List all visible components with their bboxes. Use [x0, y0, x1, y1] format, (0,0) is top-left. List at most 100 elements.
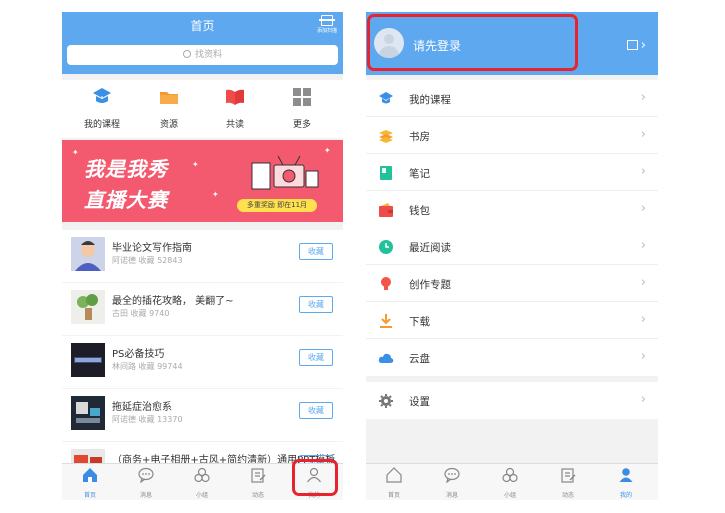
courses-icon [379, 92, 393, 104]
collect-button[interactable]: 收藏 [299, 296, 333, 313]
tab-home[interactable]: 首页 [374, 467, 414, 499]
gear-icon [379, 394, 393, 408]
menu-label: 书房 [409, 131, 430, 143]
chevron-right-icon: › [640, 349, 646, 364]
tab-messages[interactable]: 消息 [432, 467, 472, 499]
menu-group-2: 最近阅读 › 创作专题 › 下载 › 云盘 › [366, 228, 658, 376]
chevron-right-icon: › [640, 392, 646, 407]
menu-item-notes[interactable]: 笔记 › [366, 154, 658, 191]
quick-link-label: 更多 [292, 120, 311, 130]
menu-item-cloud-drive[interactable]: 云盘 › [366, 339, 658, 376]
chat-bubble-icon [138, 467, 154, 484]
list-item[interactable]: 拖延症治愈系 阿诺德 收藏 13370 收藏 [62, 389, 343, 441]
thumbnail-image [71, 343, 105, 377]
tab-label: 消息 [139, 492, 152, 499]
chevron-right-icon: › [640, 127, 646, 142]
chevron-right-icon: › [640, 90, 646, 105]
item-meta: 阿诺德 收藏 52843 [112, 256, 183, 265]
person-icon [619, 468, 633, 482]
home-icon [386, 467, 402, 483]
item-title: 最全的插花攻略， 美翻了~ [112, 296, 234, 307]
item-title: 拖延症治愈系 [112, 402, 172, 413]
menu-label: 最近阅读 [409, 242, 451, 254]
chat-bubble-icon [444, 467, 460, 484]
quick-link-label: 我的课程 [83, 120, 120, 130]
quick-link-reading[interactable]: 共读 [205, 86, 265, 130]
quick-link-resources[interactable]: 资源 [139, 86, 199, 130]
tab-activity[interactable]: 动态 [238, 467, 278, 499]
sparkle-icon: ✦ [324, 146, 331, 155]
menu-label: 我的课程 [409, 94, 451, 106]
banner-line2: 直播大赛 [84, 188, 168, 212]
menu-item-settings[interactable]: 设置 › [366, 382, 658, 419]
qr-code-icon [626, 40, 638, 50]
group-icon [194, 467, 210, 483]
quick-link-label: 资源 [159, 120, 178, 130]
sparkle-icon: ✦ [192, 160, 199, 169]
list-item[interactable]: PS必备技巧 林间路 收藏 99744 收藏 [62, 336, 343, 388]
item-meta: 古田 收藏 9740 [112, 309, 170, 318]
collect-button[interactable]: 收藏 [299, 402, 333, 419]
note-icon [380, 166, 392, 180]
collect-button[interactable]: 收藏 [299, 349, 333, 366]
grid-icon [293, 88, 311, 106]
bookshelf-icon [379, 130, 393, 143]
search-input[interactable]: 找资料 [67, 45, 338, 65]
menu-label: 云盘 [409, 353, 430, 365]
scan-button[interactable]: 添加扫描 [317, 15, 337, 34]
promo-banner[interactable]: ✦ ✦ ✦ ✦ 我是我秀 直播大赛 多重奖励 即在11月 [62, 140, 343, 222]
banner-tag: 多重奖励 即在11月 [237, 199, 317, 212]
menu-item-recent-reading[interactable]: 最近阅读 › [366, 228, 658, 265]
highlight-box-me-tab [292, 459, 338, 496]
bottom-tab-bar: 首页 消息 小组 动态 我的 [366, 463, 658, 500]
home-screen: 首页 添加扫描 找资料 我的课程 资源 共读 更多 ✦ ✦ ✦ ✦ 我是我秀 直… [62, 12, 343, 500]
thumbnail-image [71, 396, 105, 430]
menu-item-wallet[interactable]: 钱包 › [366, 191, 658, 228]
menu-label: 下载 [409, 316, 430, 328]
folder-icon [160, 92, 178, 104]
item-title: PS必备技巧 [112, 349, 165, 360]
group-icon [502, 467, 518, 483]
menu-label: 笔记 [409, 168, 430, 180]
chevron-right-icon: › [640, 164, 646, 179]
tab-activity[interactable]: 动态 [548, 467, 588, 499]
thumbnail-image [71, 237, 105, 271]
edit-note-icon [561, 468, 576, 483]
highlight-box-login [367, 14, 578, 71]
quick-links: 我的课程 资源 共读 更多 [62, 80, 343, 138]
menu-item-study[interactable]: 书房 › [366, 117, 658, 154]
courses-icon [93, 88, 111, 103]
tab-label: 消息 [445, 492, 458, 499]
quick-link-more[interactable]: 更多 [272, 86, 332, 130]
top-bar: 首页 添加扫描 找资料 [62, 12, 343, 74]
collect-button[interactable]: 收藏 [299, 243, 333, 260]
search-icon [182, 50, 191, 58]
tab-messages[interactable]: 消息 [126, 467, 166, 499]
tab-home[interactable]: 首页 [70, 467, 110, 499]
page-title: 首页 [190, 19, 215, 33]
menu-label: 钱包 [409, 205, 430, 217]
tab-label: 小组 [195, 492, 208, 499]
qr-code-button[interactable]: › [626, 38, 646, 53]
scan-icon [319, 15, 335, 26]
item-title: 毕业论文写作指南 [112, 243, 192, 254]
menu-item-download[interactable]: 下载 › [366, 302, 658, 339]
item-meta: 林间路 收藏 99744 [112, 362, 183, 371]
menu-item-my-courses[interactable]: 我的课程 › [366, 80, 658, 117]
tab-me[interactable]: 我的 [606, 467, 646, 499]
cloud-icon [378, 353, 394, 363]
list-item[interactable]: 毕业论文写作指南 阿诺德 收藏 52843 收藏 [62, 230, 343, 282]
tab-groups[interactable]: 小组 [182, 467, 222, 499]
menu-item-creative-topics[interactable]: 创作专题 › [366, 265, 658, 302]
menu-group-3: 设置 › [366, 382, 658, 419]
tab-groups[interactable]: 小组 [490, 467, 530, 499]
sparkle-icon: ✦ [212, 190, 219, 199]
quick-link-my-courses[interactable]: 我的课程 [72, 86, 132, 130]
tab-label: 动态 [561, 492, 574, 499]
list-item[interactable]: 最全的插花攻略， 美翻了~ 古田 收藏 9740 收藏 [62, 283, 343, 335]
tv-camera-illustration [251, 155, 319, 190]
menu-label: 设置 [409, 396, 430, 408]
tab-label: 我的 [619, 492, 632, 499]
resource-list: 毕业论文写作指南 阿诺德 收藏 52843 收藏 最全的插花攻略， 美翻了~ 古… [62, 230, 343, 495]
clock-icon [379, 240, 393, 254]
